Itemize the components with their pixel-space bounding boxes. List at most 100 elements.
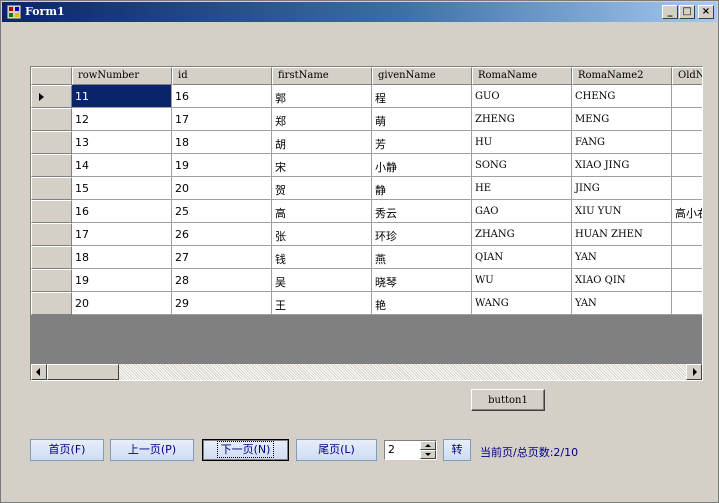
table-cell[interactable]: 静 (372, 177, 472, 200)
data-grid[interactable]: rowNumber id firstName givenName RomaName Rom… (30, 66, 703, 381)
table-row[interactable]: 12 17 郑萌 ZHENG MENG (31, 108, 702, 131)
table-cell[interactable]: XIAO JING (572, 154, 672, 177)
table-cell[interactable]: 13 (72, 131, 172, 154)
scroll-thumb[interactable] (47, 364, 119, 380)
table-cell[interactable]: 17 (72, 223, 172, 246)
table-cell[interactable]: 16 (172, 85, 272, 108)
table-cell[interactable]: JING (572, 177, 672, 200)
table-cell[interactable]: 晓琴 (372, 269, 472, 292)
table-row[interactable]: 18 27 钱燕 QIAN YAN (31, 246, 702, 269)
table-row[interactable]: 17 26 张环珍 ZHANG HUAN ZHEN (31, 223, 702, 246)
table-row[interactable]: 15 20 贺静 HE JING (31, 177, 702, 200)
table-row[interactable]: 11 16 郭程 GUO CHENG (31, 85, 702, 108)
maximize-button[interactable]: □ (679, 5, 695, 19)
stepper-down-icon[interactable] (420, 450, 436, 459)
table-cell[interactable]: 钱 (272, 246, 372, 269)
table-cell[interactable]: YAN (572, 246, 672, 269)
table-cell[interactable]: XIAO QIN (572, 269, 672, 292)
table-cell[interactable]: 张 (272, 223, 372, 246)
table-cell[interactable]: 11 (72, 85, 172, 108)
horizontal-scrollbar[interactable] (31, 364, 702, 380)
table-cell[interactable]: WU (472, 269, 572, 292)
table-row[interactable]: 19 28 吴晓琴 WU XIAO QIN (31, 269, 702, 292)
table-cell[interactable]: 燕 (372, 246, 472, 269)
table-cell[interactable]: 19 (172, 154, 272, 177)
table-cell[interactable]: 小静 (372, 154, 472, 177)
table-cell[interactable] (672, 154, 702, 177)
go-button[interactable]: 转 (443, 439, 471, 461)
row-header[interactable] (31, 108, 72, 131)
column-header[interactable]: RomaName (472, 67, 572, 85)
table-cell[interactable]: 高小右 (672, 200, 702, 223)
table-cell[interactable]: XIU YUN (572, 200, 672, 223)
table-cell[interactable]: 秀云 (372, 200, 472, 223)
table-cell[interactable]: 18 (72, 246, 172, 269)
column-header[interactable]: givenName (372, 67, 472, 85)
table-cell[interactable]: 25 (172, 200, 272, 223)
table-row[interactable]: 14 19 宋小静 SONG XIAO JING (31, 154, 702, 177)
row-header[interactable] (31, 223, 72, 246)
table-cell[interactable] (672, 269, 702, 292)
column-header[interactable]: firstName (272, 67, 372, 85)
table-cell[interactable]: 28 (172, 269, 272, 292)
column-header[interactable]: rowNumber (72, 67, 172, 85)
table-cell[interactable]: 17 (172, 108, 272, 131)
table-cell[interactable]: 29 (172, 292, 272, 315)
table-cell[interactable]: 王 (272, 292, 372, 315)
row-header[interactable] (31, 200, 72, 223)
title-bar[interactable]: Form1 _ □ × (2, 2, 717, 22)
prev-page-button[interactable]: 上一页(P) (110, 439, 194, 461)
table-cell[interactable] (672, 85, 702, 108)
table-cell[interactable]: WANG (472, 292, 572, 315)
table-cell[interactable]: SONG (472, 154, 572, 177)
table-cell[interactable]: 吴 (272, 269, 372, 292)
table-cell[interactable]: FANG (572, 131, 672, 154)
scroll-right-icon[interactable] (686, 364, 702, 380)
scroll-left-icon[interactable] (31, 364, 47, 380)
table-row[interactable]: 1625高秀云GAOXIU YUN高小右 (31, 200, 702, 223)
table-cell[interactable]: 18 (172, 131, 272, 154)
minimize-button[interactable]: _ (662, 5, 678, 19)
table-cell[interactable] (672, 131, 702, 154)
button1[interactable]: button1 (471, 389, 545, 411)
table-cell[interactable]: 20 (172, 177, 272, 200)
table-cell[interactable]: 26 (172, 223, 272, 246)
table-cell[interactable] (672, 246, 702, 269)
table-cell[interactable]: 环珍 (372, 223, 472, 246)
row-header[interactable] (31, 246, 72, 269)
table-cell[interactable]: 胡 (272, 131, 372, 154)
table-cell[interactable]: 27 (172, 246, 272, 269)
table-cell[interactable]: 艳 (372, 292, 472, 315)
table-cell[interactable]: 12 (72, 108, 172, 131)
close-button[interactable]: × (698, 5, 714, 19)
table-cell[interactable]: 16 (72, 200, 172, 223)
table-cell[interactable]: 高 (272, 200, 372, 223)
stepper-up-icon[interactable] (420, 441, 436, 450)
column-header[interactable]: RomaName2 (572, 67, 672, 85)
row-header[interactable] (31, 154, 72, 177)
table-cell[interactable]: YAN (572, 292, 672, 315)
table-cell[interactable]: 14 (72, 154, 172, 177)
table-row[interactable]: 20 29 王艳 WANG YAN (31, 292, 702, 315)
table-cell[interactable]: MENG (572, 108, 672, 131)
table-cell[interactable]: 15 (72, 177, 172, 200)
table-cell[interactable]: 萌 (372, 108, 472, 131)
table-cell[interactable]: 20 (72, 292, 172, 315)
row-header[interactable] (31, 85, 72, 108)
first-page-button[interactable]: 首页(F) (30, 439, 104, 461)
table-cell[interactable]: 郭 (272, 85, 372, 108)
table-cell[interactable]: 程 (372, 85, 472, 108)
table-row[interactable]: 13 18 胡芳 HU FANG (31, 131, 702, 154)
table-cell[interactable]: 19 (72, 269, 172, 292)
row-header[interactable] (31, 269, 72, 292)
table-cell[interactable] (672, 108, 702, 131)
table-cell[interactable]: 芳 (372, 131, 472, 154)
column-header[interactable]: OldN (672, 67, 702, 85)
table-cell[interactable]: QIAN (472, 246, 572, 269)
table-cell[interactable]: 贺 (272, 177, 372, 200)
table-cell[interactable]: GUO (472, 85, 572, 108)
table-cell[interactable] (672, 177, 702, 200)
table-cell[interactable]: HE (472, 177, 572, 200)
column-header[interactable]: id (172, 67, 272, 85)
table-cell[interactable]: HU (472, 131, 572, 154)
